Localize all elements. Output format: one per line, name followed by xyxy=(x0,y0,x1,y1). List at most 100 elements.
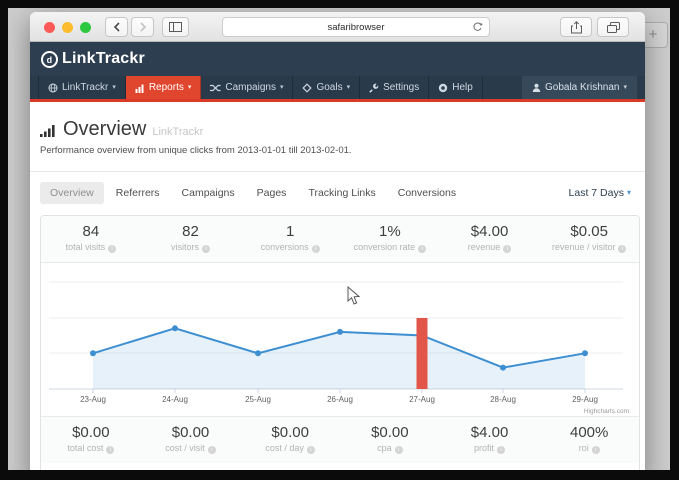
svg-text:Highcharts.com: Highcharts.com xyxy=(584,408,629,415)
report-tabs: Overview Referrers Campaigns Pages Track… xyxy=(40,182,466,204)
stat-label: revenue xyxy=(468,242,501,252)
nav-item-goals[interactable]: Goals ▾ xyxy=(293,76,360,99)
svg-text:26-Aug: 26-Aug xyxy=(327,395,353,404)
user-name: Gobala Krishnan xyxy=(545,82,620,93)
logo-text: LinkTrackr xyxy=(62,50,145,68)
stat-value: $0.00 xyxy=(240,424,340,441)
wrench-icon xyxy=(369,83,379,93)
app-header: d LinkTrackr xyxy=(30,42,645,76)
svg-text:27-Aug: 27-Aug xyxy=(409,395,435,404)
stat-label: roi xyxy=(579,443,589,453)
back-button[interactable] xyxy=(105,17,128,37)
stats-row-bottom: $0.00 total costi $0.00 cost / visiti $0… xyxy=(41,416,639,463)
nav-item-help[interactable]: Help xyxy=(429,76,483,99)
page-title-suffix: LinkTrackr xyxy=(152,126,203,141)
stat-label: cpa xyxy=(377,443,392,453)
linktrackr-logo-icon: d xyxy=(40,50,59,69)
stat-total-visits: 84 total visitsi xyxy=(41,216,141,262)
nav-item-linktrackr[interactable]: LinkTrackr ▾ xyxy=(38,76,126,99)
page-title-block: Overview LinkTrackr Performance overview… xyxy=(40,118,352,156)
stat-label: revenue / visitor xyxy=(552,242,616,252)
address-bar[interactable]: safaribrowser xyxy=(222,17,490,37)
date-range-selector[interactable]: Last 7 Days ▾ xyxy=(569,187,631,199)
info-icon[interactable]: i xyxy=(307,446,315,454)
stat-value: 400% xyxy=(539,424,639,441)
close-window-button[interactable] xyxy=(44,22,55,33)
globe-icon xyxy=(48,83,58,93)
tab-referrers[interactable]: Referrers xyxy=(106,182,170,204)
tab-overview[interactable]: Overview xyxy=(40,182,104,204)
zoom-window-button[interactable] xyxy=(80,22,91,33)
app-nav: LinkTrackr ▾ Reports ▾ Campaigns ▾ Goals… xyxy=(30,76,645,99)
stat-label: cost / visit xyxy=(165,443,205,453)
minimize-window-button[interactable] xyxy=(62,22,73,33)
stat-cost-per-day: $0.00 cost / dayi xyxy=(240,417,340,463)
nav-label: Campaigns xyxy=(225,82,276,93)
stat-label: visitors xyxy=(171,242,199,252)
tab-campaigns[interactable]: Campaigns xyxy=(172,182,245,204)
nav-item-settings[interactable]: Settings xyxy=(360,76,429,99)
desktop-background: + safaribrowser xyxy=(8,8,670,470)
reload-button[interactable] xyxy=(472,21,483,33)
page-subtitle: Performance overview from unique clicks … xyxy=(40,145,352,156)
caret-down-icon: ▾ xyxy=(112,84,116,91)
nav-item-campaigns[interactable]: Campaigns ▾ xyxy=(201,76,293,99)
stat-label: cost / day xyxy=(265,443,304,453)
forward-button[interactable] xyxy=(131,17,154,37)
caret-down-icon: ▾ xyxy=(627,189,631,197)
stat-label: total cost xyxy=(67,443,103,453)
nav-label: LinkTrackr xyxy=(62,82,108,93)
stat-value: $4.00 xyxy=(440,223,540,240)
stat-value: $4.00 xyxy=(440,424,540,441)
page-title: Overview xyxy=(63,118,146,141)
info-icon[interactable]: i xyxy=(106,446,114,454)
chevron-right-icon xyxy=(139,22,147,32)
info-icon[interactable]: i xyxy=(395,446,403,454)
info-icon[interactable]: i xyxy=(312,245,320,253)
sidebar-icon xyxy=(169,22,182,32)
help-icon xyxy=(438,83,448,93)
stat-value: 84 xyxy=(41,223,141,240)
user-menu[interactable]: Gobala Krishnan ▾ xyxy=(522,76,637,99)
info-icon[interactable]: i xyxy=(592,446,600,454)
stat-value: 1 xyxy=(240,223,340,240)
screenshot-frame: + safaribrowser xyxy=(0,0,679,480)
info-icon[interactable]: i xyxy=(618,245,626,253)
area-chart: 23-Aug24-Aug25-Aug26-Aug27-Aug28-Aug29-A… xyxy=(41,263,639,416)
stat-value: $0.00 xyxy=(41,424,141,441)
stat-value: $0.00 xyxy=(141,424,241,441)
tab-conversions[interactable]: Conversions xyxy=(388,182,466,204)
date-range-label: Last 7 Days xyxy=(569,187,624,199)
info-icon[interactable]: i xyxy=(497,446,505,454)
stat-label: conversions xyxy=(261,242,309,252)
nav-label: Reports xyxy=(149,82,184,93)
linktrackr-logo: d LinkTrackr xyxy=(40,50,145,69)
visits-chart[interactable]: 23-Aug24-Aug25-Aug26-Aug27-Aug28-Aug29-A… xyxy=(41,263,639,416)
url-text: safaribrowser xyxy=(327,22,384,33)
info-icon[interactable]: i xyxy=(208,446,216,454)
share-button[interactable] xyxy=(560,17,592,37)
tab-tracking-links[interactable]: Tracking Links xyxy=(298,182,385,204)
diamond-icon xyxy=(302,83,312,93)
stat-cpa: $0.00 cpai xyxy=(340,417,440,463)
bar-chart-icon xyxy=(135,83,145,93)
nav-label: Help xyxy=(452,82,473,93)
sidebar-toggle-button[interactable] xyxy=(162,17,189,37)
tabs-overview-button[interactable] xyxy=(597,17,629,37)
nav-item-reports[interactable]: Reports ▾ xyxy=(126,76,202,99)
info-icon[interactable]: i xyxy=(503,245,511,253)
tab-pages[interactable]: Pages xyxy=(247,182,297,204)
info-icon[interactable]: i xyxy=(418,245,426,253)
plus-icon: + xyxy=(649,26,658,43)
shuffle-icon xyxy=(210,83,221,93)
svg-text:29-Aug: 29-Aug xyxy=(572,395,598,404)
caret-down-icon: ▾ xyxy=(623,84,627,91)
tabs-icon xyxy=(607,22,620,33)
nav-label: Settings xyxy=(383,82,419,93)
svg-text:24-Aug: 24-Aug xyxy=(162,395,188,404)
info-icon[interactable]: i xyxy=(108,245,116,253)
stat-label: total visits xyxy=(66,242,106,252)
info-icon[interactable]: i xyxy=(202,245,210,253)
divider xyxy=(30,171,645,172)
svg-text:25-Aug: 25-Aug xyxy=(245,395,271,404)
